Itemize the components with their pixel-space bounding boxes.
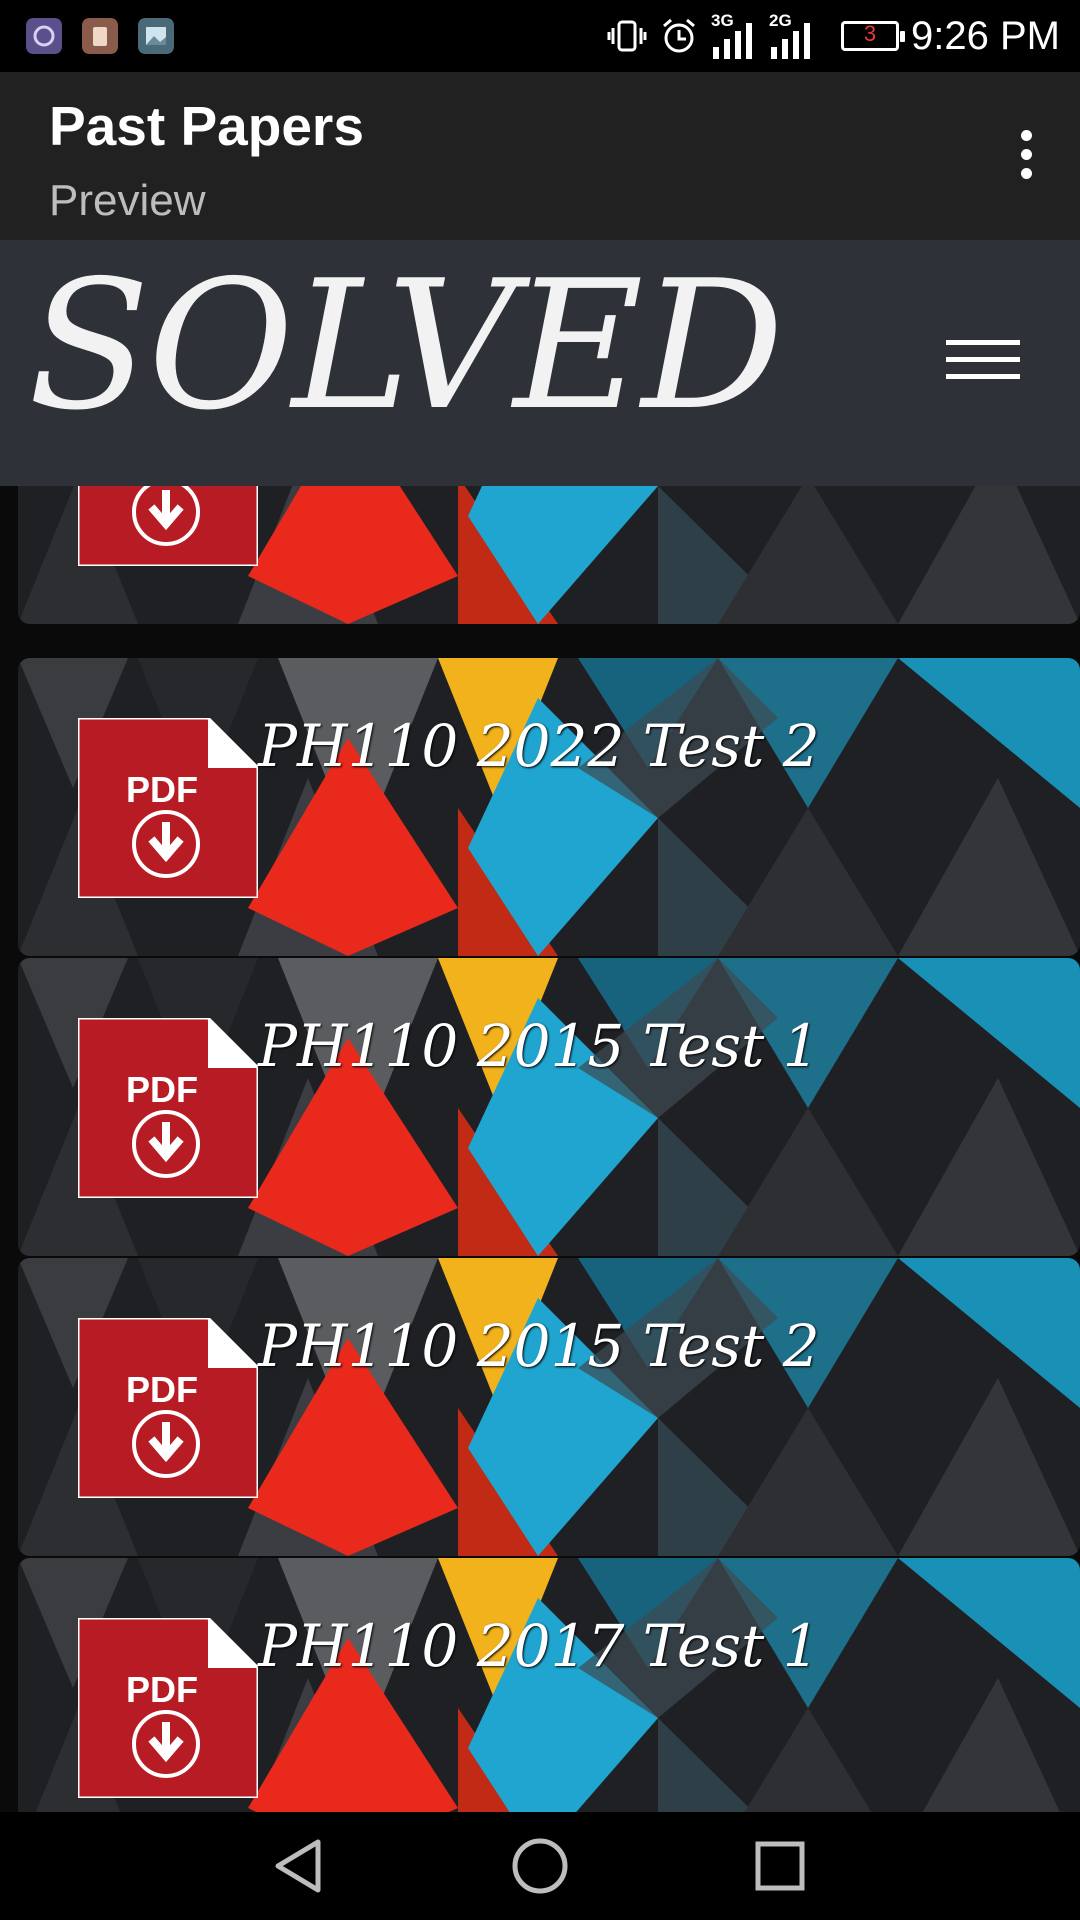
pdf-download-icon[interactable] — [78, 1618, 258, 1798]
signal-2g: 2G — [769, 11, 815, 61]
site-header: SOLVED — [0, 240, 1080, 486]
page-title: Past Papers — [49, 95, 364, 157]
list-item-paper[interactable]: PH110 2015 Test 1 — [18, 958, 1080, 1256]
app-bar: Past Papers Preview — [0, 72, 1080, 240]
app-icon — [26, 18, 62, 54]
system-nav-bar — [0, 1812, 1080, 1920]
notification-icons — [26, 18, 174, 54]
recents-icon[interactable] — [750, 1836, 810, 1896]
site-logo[interactable]: SOLVED — [28, 248, 784, 444]
paper-title[interactable]: PH110 2015 Test 1 — [258, 1012, 820, 1080]
back-icon[interactable] — [270, 1836, 330, 1896]
list-item-paper[interactable]: PH110 2015 Test 2 — [18, 1258, 1080, 1556]
clipboard-icon — [82, 18, 118, 54]
gallery-icon — [138, 18, 174, 54]
list-item-paper[interactable]: PH110 2017 Test 1 — [18, 1558, 1080, 1812]
system-status: 3G 2G 3 9:26 PM — [607, 10, 1060, 62]
clock: 9:26 PM — [911, 13, 1060, 58]
home-icon[interactable] — [510, 1836, 570, 1896]
signal-icon — [771, 23, 811, 59]
vibrate-icon — [607, 20, 647, 52]
battery-icon: 3 — [841, 21, 906, 51]
pdf-download-icon[interactable] — [78, 1018, 258, 1198]
list-item-paper[interactable] — [18, 486, 1080, 624]
page-subtitle: Preview — [49, 176, 206, 225]
more-vert-icon[interactable] — [1002, 124, 1050, 188]
alarm-icon — [663, 18, 696, 53]
paper-list[interactable]: PH110 2022 Test 2 PH110 2015 Test 1 PH11… — [0, 486, 1080, 1812]
signal-3g: 3G — [711, 11, 757, 61]
paper-title[interactable]: PH110 2022 Test 2 — [258, 712, 820, 780]
pdf-download-icon[interactable] — [78, 718, 258, 898]
list-item-paper[interactable]: PH110 2022 Test 2 — [18, 658, 1080, 956]
paper-title[interactable]: PH110 2015 Test 2 — [258, 1312, 820, 1380]
paper-title[interactable]: PH110 2017 Test 1 — [258, 1612, 820, 1680]
hamburger-menu-icon[interactable] — [946, 340, 1020, 386]
battery-level: 3 — [863, 21, 877, 46]
status-bar: 3G 2G 3 9:26 PM — [0, 0, 1080, 72]
signal-icon — [713, 23, 753, 59]
pdf-download-icon[interactable] — [78, 1318, 258, 1498]
pdf-download-icon[interactable] — [78, 486, 258, 566]
